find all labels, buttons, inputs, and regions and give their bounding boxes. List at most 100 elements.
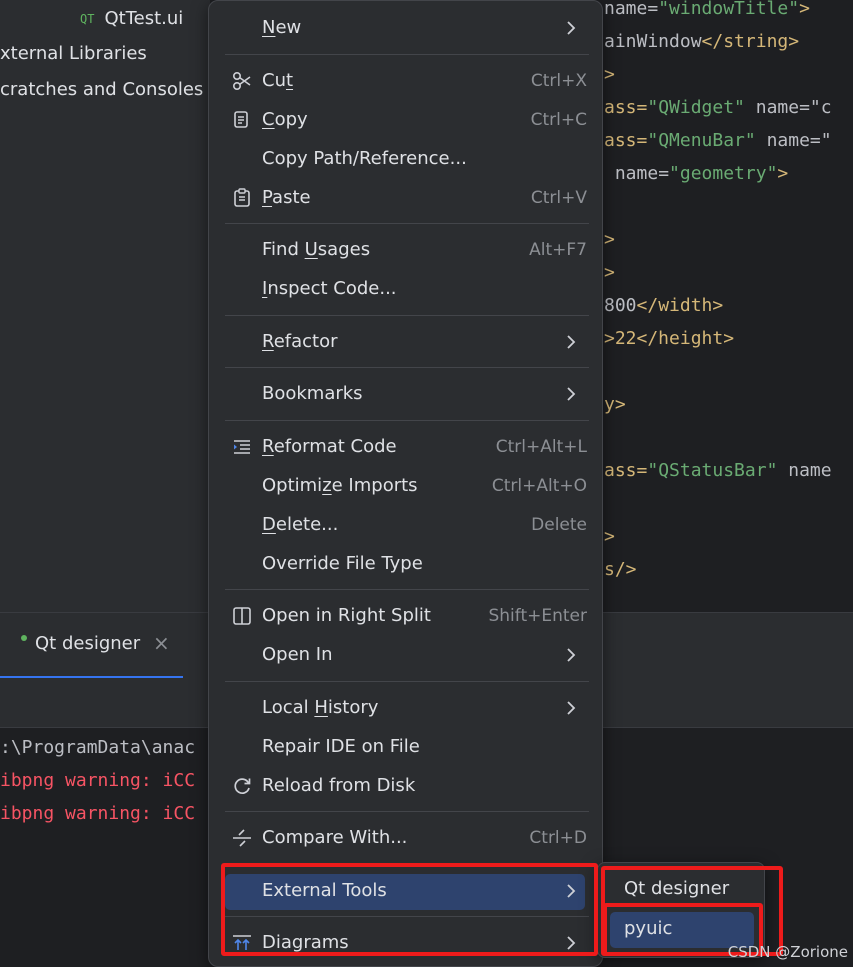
menu-item-local-history[interactable]: Local History — [225, 691, 585, 727]
shortcut-label: Ctrl+X — [530, 71, 587, 91]
chevron-right-icon — [567, 21, 576, 35]
code-line: > — [604, 64, 615, 85]
context-menu: New Cut Ctrl+X Copy Ctrl+C Copy Path/Ref… — [208, 0, 603, 967]
menu-item-label: Diagrams — [262, 932, 349, 953]
paste-icon — [231, 187, 253, 209]
chevron-right-icon — [567, 936, 576, 950]
menu-item-label: New — [262, 17, 302, 38]
menu-item-repair-ide[interactable]: Repair IDE on File — [225, 730, 585, 766]
menu-separator — [225, 811, 589, 812]
shortcut-label: Ctrl+Alt+L — [495, 437, 587, 457]
tree-item-scratches[interactable]: cratches and Consoles — [0, 75, 210, 105]
menu-item-new[interactable]: New — [225, 11, 585, 47]
tree-item-label: xternal Libraries — [0, 43, 147, 64]
menu-item-label: Bookmarks — [262, 383, 363, 404]
submenu-item-qt-designer[interactable]: Qt designer — [610, 872, 754, 908]
menu-item-label: Local History — [262, 697, 379, 718]
close-icon[interactable]: × — [153, 631, 170, 655]
menu-separator — [225, 367, 589, 368]
shortcut-label: Shift+Enter — [488, 606, 587, 626]
menu-item-external-tools[interactable]: External Tools — [225, 874, 585, 910]
menu-item-compare-with[interactable]: Compare With... Ctrl+D — [225, 821, 587, 857]
console-line: ibpng warning: iCC — [0, 770, 196, 791]
menu-separator — [225, 420, 589, 421]
menu-item-refactor[interactable]: Refactor — [225, 325, 585, 361]
ide-window: QT QtTest.ui xternal Libraries cratches a… — [0, 0, 853, 967]
chevron-right-icon — [567, 648, 576, 662]
menu-item-label: Repair IDE on File — [262, 736, 420, 757]
chevron-right-icon — [567, 387, 576, 401]
watermark: CSDN @Zorione — [727, 943, 848, 961]
menu-item-optimize-imports[interactable]: Optimize Imports Ctrl+Alt+O — [225, 469, 587, 505]
menu-item-label: Cut — [262, 70, 294, 91]
menu-item-label: Inspect Code... — [262, 278, 397, 299]
menu-item-open-in[interactable]: Open In — [225, 638, 585, 674]
diagram-icon — [231, 932, 253, 954]
menu-separator — [225, 315, 589, 316]
console-line: ibpng warning: iCC — [0, 803, 196, 824]
menu-item-paste[interactable]: Paste Ctrl+V — [225, 181, 587, 217]
submenu-item-label: Qt designer — [624, 878, 730, 899]
menu-item-label: Copy Path/Reference... — [262, 148, 467, 169]
split-icon — [231, 605, 253, 627]
code-line: ass="QWidget" name="c — [604, 97, 832, 118]
code-editor[interactable]: name="windowTitle"> ainWindow</string> >… — [600, 0, 853, 612]
menu-item-reformat-code[interactable]: Reformat Code Ctrl+Alt+L — [225, 430, 587, 466]
menu-item-copy[interactable]: Copy Ctrl+C — [225, 103, 587, 139]
menu-item-override-file-type[interactable]: Override File Type — [225, 547, 585, 583]
chevron-right-icon — [567, 884, 576, 898]
menu-item-delete[interactable]: Delete... Delete — [225, 508, 587, 544]
code-line: >22</height> — [604, 328, 735, 349]
chevron-right-icon — [567, 335, 576, 349]
menu-item-diagrams[interactable]: Diagrams — [225, 926, 585, 962]
code-line: ass="QMenuBar" name=" — [604, 130, 832, 151]
menu-item-label: Open In — [262, 644, 333, 665]
menu-item-label: Reload from Disk — [262, 775, 416, 796]
menu-item-label: Override File Type — [262, 553, 423, 574]
menu-item-label: Copy — [262, 109, 308, 130]
reformat-icon — [231, 436, 253, 458]
file-tab-label: QtTest.ui — [104, 8, 184, 29]
menu-item-open-right-split[interactable]: Open in Right Split Shift+Enter — [225, 599, 587, 635]
tree-item-label: cratches and Consoles — [0, 79, 204, 100]
menu-separator — [225, 223, 589, 224]
code-line: ass="QStatusBar" name — [604, 460, 832, 481]
menu-separator — [225, 916, 589, 917]
code-line: > — [604, 229, 615, 250]
code-line: > — [604, 526, 615, 547]
menu-separator — [225, 589, 589, 590]
reload-icon — [231, 775, 253, 797]
menu-item-label: Optimize Imports — [262, 475, 418, 496]
project-panel: QT QtTest.ui xternal Libraries cratches a… — [0, 0, 210, 612]
menu-item-label: Open in Right Split — [262, 605, 431, 626]
menu-item-reload-disk[interactable]: Reload from Disk — [225, 769, 585, 805]
menu-item-find-usages[interactable]: Find Usages Alt+F7 — [225, 233, 587, 269]
shortcut-label: Ctrl+Alt+O — [491, 476, 587, 496]
shortcut-label: Ctrl+C — [530, 110, 587, 130]
menu-item-label: External Tools — [262, 880, 387, 901]
menu-item-bookmarks[interactable]: Bookmarks — [225, 377, 585, 413]
copy-icon — [231, 109, 253, 131]
menu-separator — [225, 863, 589, 864]
running-indicator-icon — [21, 635, 27, 641]
tree-item-external-libraries[interactable]: xternal Libraries — [0, 39, 210, 69]
chevron-right-icon — [567, 701, 576, 715]
menu-item-label: Delete... — [262, 514, 339, 535]
submenu-item-label: pyuic — [624, 918, 673, 939]
menu-item-copy-path[interactable]: Copy Path/Reference... — [225, 142, 585, 178]
shortcut-label: Delete — [531, 515, 587, 535]
menu-item-cut[interactable]: Cut Ctrl+X — [225, 64, 587, 100]
menu-separator — [225, 54, 589, 55]
menu-item-label: Refactor — [262, 331, 338, 352]
menu-item-label: Find Usages — [262, 239, 371, 260]
compare-icon — [231, 827, 253, 849]
shortcut-label: Ctrl+V — [530, 188, 587, 208]
file-tab-qttest[interactable]: QT QtTest.ui — [80, 4, 210, 34]
tab-qt-designer[interactable]: Qt designer × — [0, 613, 183, 679]
console-line: :\ProgramData\anac — [0, 737, 196, 758]
menu-item-label: Paste — [262, 187, 311, 208]
menu-item-label: Reformat Code — [262, 436, 397, 457]
code-line: > — [604, 262, 615, 283]
menu-item-inspect-code[interactable]: Inspect Code... — [225, 272, 585, 308]
code-line: s/> — [604, 559, 637, 580]
